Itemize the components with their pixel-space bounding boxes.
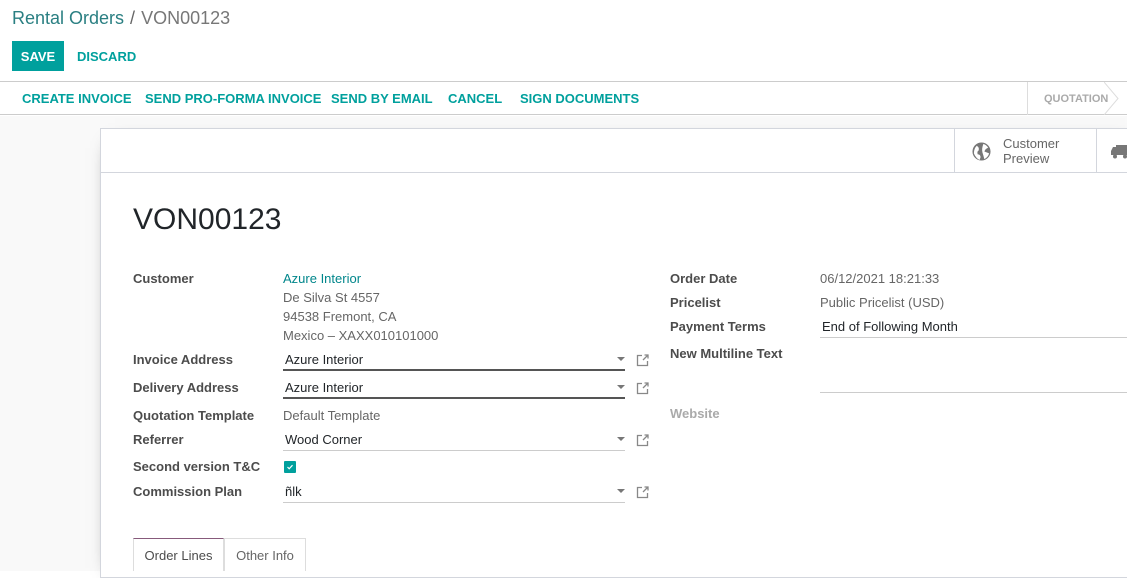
payment-terms-value: End of Following Month	[822, 319, 958, 334]
delivery-address-value: Azure Interior	[285, 379, 364, 395]
chevron-down-icon[interactable]	[617, 437, 625, 441]
external-link-icon[interactable]	[636, 354, 649, 367]
external-link-icon[interactable]	[636, 486, 649, 499]
commission-plan-value: ñlk	[285, 484, 302, 499]
chevron-down-icon[interactable]	[617, 489, 625, 493]
quotation-template-value: Default Template	[283, 408, 381, 423]
payment-terms-input[interactable]: End of Following Month	[820, 316, 1127, 338]
order-title: VON00123	[133, 203, 282, 236]
breadcrumb-current: VON00123	[141, 8, 231, 28]
tab-other-info[interactable]: Other Info	[224, 538, 306, 571]
delivery-address-input[interactable]: Azure Interior	[283, 377, 625, 399]
tab-order-lines[interactable]: Order Lines	[133, 538, 224, 571]
chevron-down-icon[interactable]	[617, 385, 625, 389]
status-quotation[interactable]: QUOTATION	[1027, 82, 1127, 115]
chevron-down-icon[interactable]	[617, 357, 625, 361]
customer-preview-label: Customer Preview	[1003, 136, 1059, 166]
button-box: Customer Preview	[101, 129, 1127, 173]
quotation-template-label: Quotation Template	[133, 408, 255, 423]
breadcrumb-rental-orders[interactable]: Rental Orders	[12, 8, 124, 28]
customer-preview-line1: Customer	[1003, 136, 1060, 151]
pricelist-value: Public Pricelist (USD)	[820, 295, 945, 310]
order-date-value: 06/12/2021 18:21:33	[820, 271, 940, 286]
globe-icon	[972, 141, 991, 161]
customer-link[interactable]: Azure Interior	[283, 271, 361, 286]
customer-address-line1: De Silva St 4557	[283, 290, 380, 305]
customer-preview-line2: Preview	[1003, 151, 1050, 166]
new-multiline-text-input[interactable]	[820, 343, 1127, 393]
commission-plan-input[interactable]: ñlk	[283, 481, 625, 503]
new-multiline-text-label: New Multiline Text	[670, 346, 783, 361]
sign-documents-button[interactable]: SIGN DOCUMENTS	[520, 82, 639, 115]
customer-label: Customer	[133, 271, 194, 286]
save-button[interactable]: SAVE	[12, 41, 64, 71]
breadcrumb: Rental Orders / VON00123	[12, 8, 230, 29]
delivery-address-label: Delivery Address	[133, 380, 239, 395]
invoice-address-input[interactable]: Azure Interior	[283, 349, 625, 371]
check-icon	[287, 464, 293, 470]
control-panel: Rental Orders / VON00123 SAVE DISCARD	[0, 0, 1127, 82]
send-by-email-button[interactable]: SEND BY EMAIL	[331, 82, 433, 115]
send-pro-forma-invoice-button[interactable]: SEND PRO-FORMA INVOICE	[145, 82, 321, 115]
status-arrow-icon	[1104, 82, 1119, 115]
invoice-address-label: Invoice Address	[133, 352, 233, 367]
external-link-icon[interactable]	[636, 382, 649, 395]
second-version-tc-checkbox[interactable]	[284, 461, 296, 473]
payment-terms-label: Payment Terms	[670, 319, 766, 334]
website-label: Website	[670, 406, 720, 421]
cancel-button[interactable]: CANCEL	[448, 82, 502, 115]
external-link-icon[interactable]	[636, 434, 649, 447]
order-date-label: Order Date	[670, 271, 738, 286]
referrer-input[interactable]: Wood Corner	[283, 429, 625, 451]
referrer-value: Wood Corner	[285, 432, 363, 447]
statusbar: CREATE INVOICE SEND PRO-FORMA INVOICE SE…	[0, 82, 1127, 115]
discard-button[interactable]: DISCARD	[77, 41, 136, 71]
commission-plan-label: Commission Plan	[133, 484, 243, 499]
customer-address-line2: 94538 Fremont, CA	[283, 309, 397, 324]
customer-address-line3: Mexico – XAXX010101000	[283, 328, 439, 343]
truck-icon[interactable]	[1111, 144, 1127, 159]
invoice-address-value: Azure Interior	[285, 351, 364, 367]
status-quotation-label: QUOTATION	[1044, 92, 1109, 105]
create-invoice-button[interactable]: CREATE INVOICE	[22, 82, 132, 115]
pricelist-label: Pricelist	[670, 295, 721, 310]
form-sheet: Customer Preview VON00123 Customer Azure …	[100, 128, 1127, 578]
referrer-label: Referrer	[133, 432, 184, 447]
breadcrumb-separator: /	[130, 8, 136, 28]
second-version-tc-label: Second version T&C	[133, 459, 261, 474]
customer-preview-button[interactable]: Customer Preview	[954, 129, 1097, 173]
